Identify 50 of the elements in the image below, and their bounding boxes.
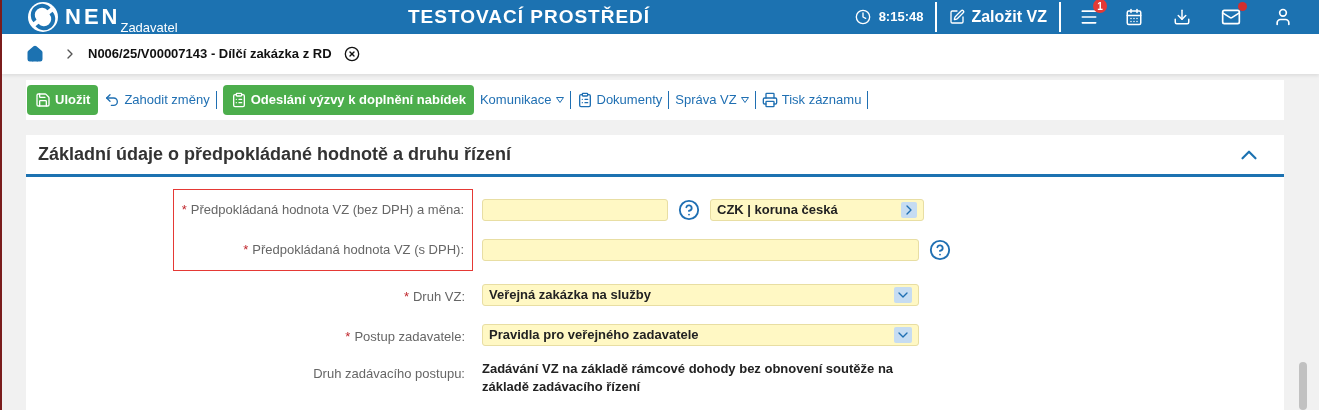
logo-text: NEN (65, 4, 121, 30)
field-label: Druh VZ: (413, 288, 465, 307)
notification-badge: 1 (1093, 0, 1107, 13)
toolbar-link[interactable]: Komunikace (479, 90, 564, 110)
clock-time: 8:15:48 (878, 8, 924, 27)
required-mark: * (181, 201, 187, 220)
field-value: Zadávání VZ na základě rámcové dohody bez obnovení soutěže na základě zadávacího řízení (482, 360, 895, 396)
input-field[interactable] (482, 199, 668, 221)
clipboard-icon (576, 92, 593, 108)
logo-subtitle: Zadavatel (120, 21, 178, 35)
help-icon[interactable] (678, 199, 700, 221)
clipboard-icon (230, 92, 247, 108)
clock-icon (854, 9, 871, 25)
select-field[interactable]: Pravidla pro veřejného zadavatele (482, 324, 919, 346)
environment-title: TESTOVACÍ PROSTŘEDÍ (408, 4, 651, 29)
save-icon (35, 92, 51, 108)
user-icon[interactable] (1273, 7, 1293, 27)
chevron-right-icon (901, 202, 917, 218)
toolbar-link[interactable]: Tisk záznamu (761, 90, 862, 110)
undo-icon (104, 92, 121, 108)
calendar-icon[interactable] (1125, 8, 1143, 26)
field-label: Postup zadavatele: (354, 328, 465, 347)
field-label: Předpokládaná hodnota VZ (s DPH): (252, 241, 464, 260)
required-mark: * (243, 241, 249, 260)
select-field[interactable]: Veřejná zakázka na služby (482, 284, 919, 306)
edit-icon (949, 9, 966, 25)
breadcrumb-current: N006/25/V00007143 - Dílčí zakázka z RD (88, 45, 332, 64)
field-label: Předpokládaná hodnota VZ (bez DPH) a měna: (190, 201, 464, 220)
input-field[interactable] (482, 239, 919, 261)
required-mark: * (403, 288, 409, 307)
currency-select[interactable]: CZK | koruna česká (710, 199, 924, 221)
printer-icon (761, 92, 778, 108)
action-button[interactable]: Uložit (27, 85, 99, 115)
menu-icon[interactable] (1079, 7, 1099, 27)
scrollbar-thumb[interactable] (1299, 362, 1307, 410)
action-button[interactable]: Odeslání výzvy k doplnění nabídek (222, 85, 474, 115)
mail-icon[interactable] (1221, 7, 1241, 27)
chevron-down-icon (894, 287, 912, 303)
close-icon[interactable] (343, 46, 360, 62)
chevron-down-icon (894, 327, 912, 343)
help-icon[interactable] (929, 239, 951, 261)
download-icon[interactable] (1173, 8, 1191, 26)
home-icon[interactable] (26, 45, 44, 63)
toolbar-link[interactable]: Správa VZ (675, 90, 749, 110)
toolbar-link[interactable]: Dokumenty (576, 90, 663, 110)
field-label: Druh zadávacího postupu: (313, 365, 465, 383)
toolbar-link[interactable]: Zahodit změny (104, 90, 210, 110)
section-title: Základní údaje o předpokládané hodnotě a druhu řízení (38, 143, 512, 166)
create-button[interactable]: Založit VZ (949, 5, 1047, 29)
required-mark: * (345, 328, 351, 347)
